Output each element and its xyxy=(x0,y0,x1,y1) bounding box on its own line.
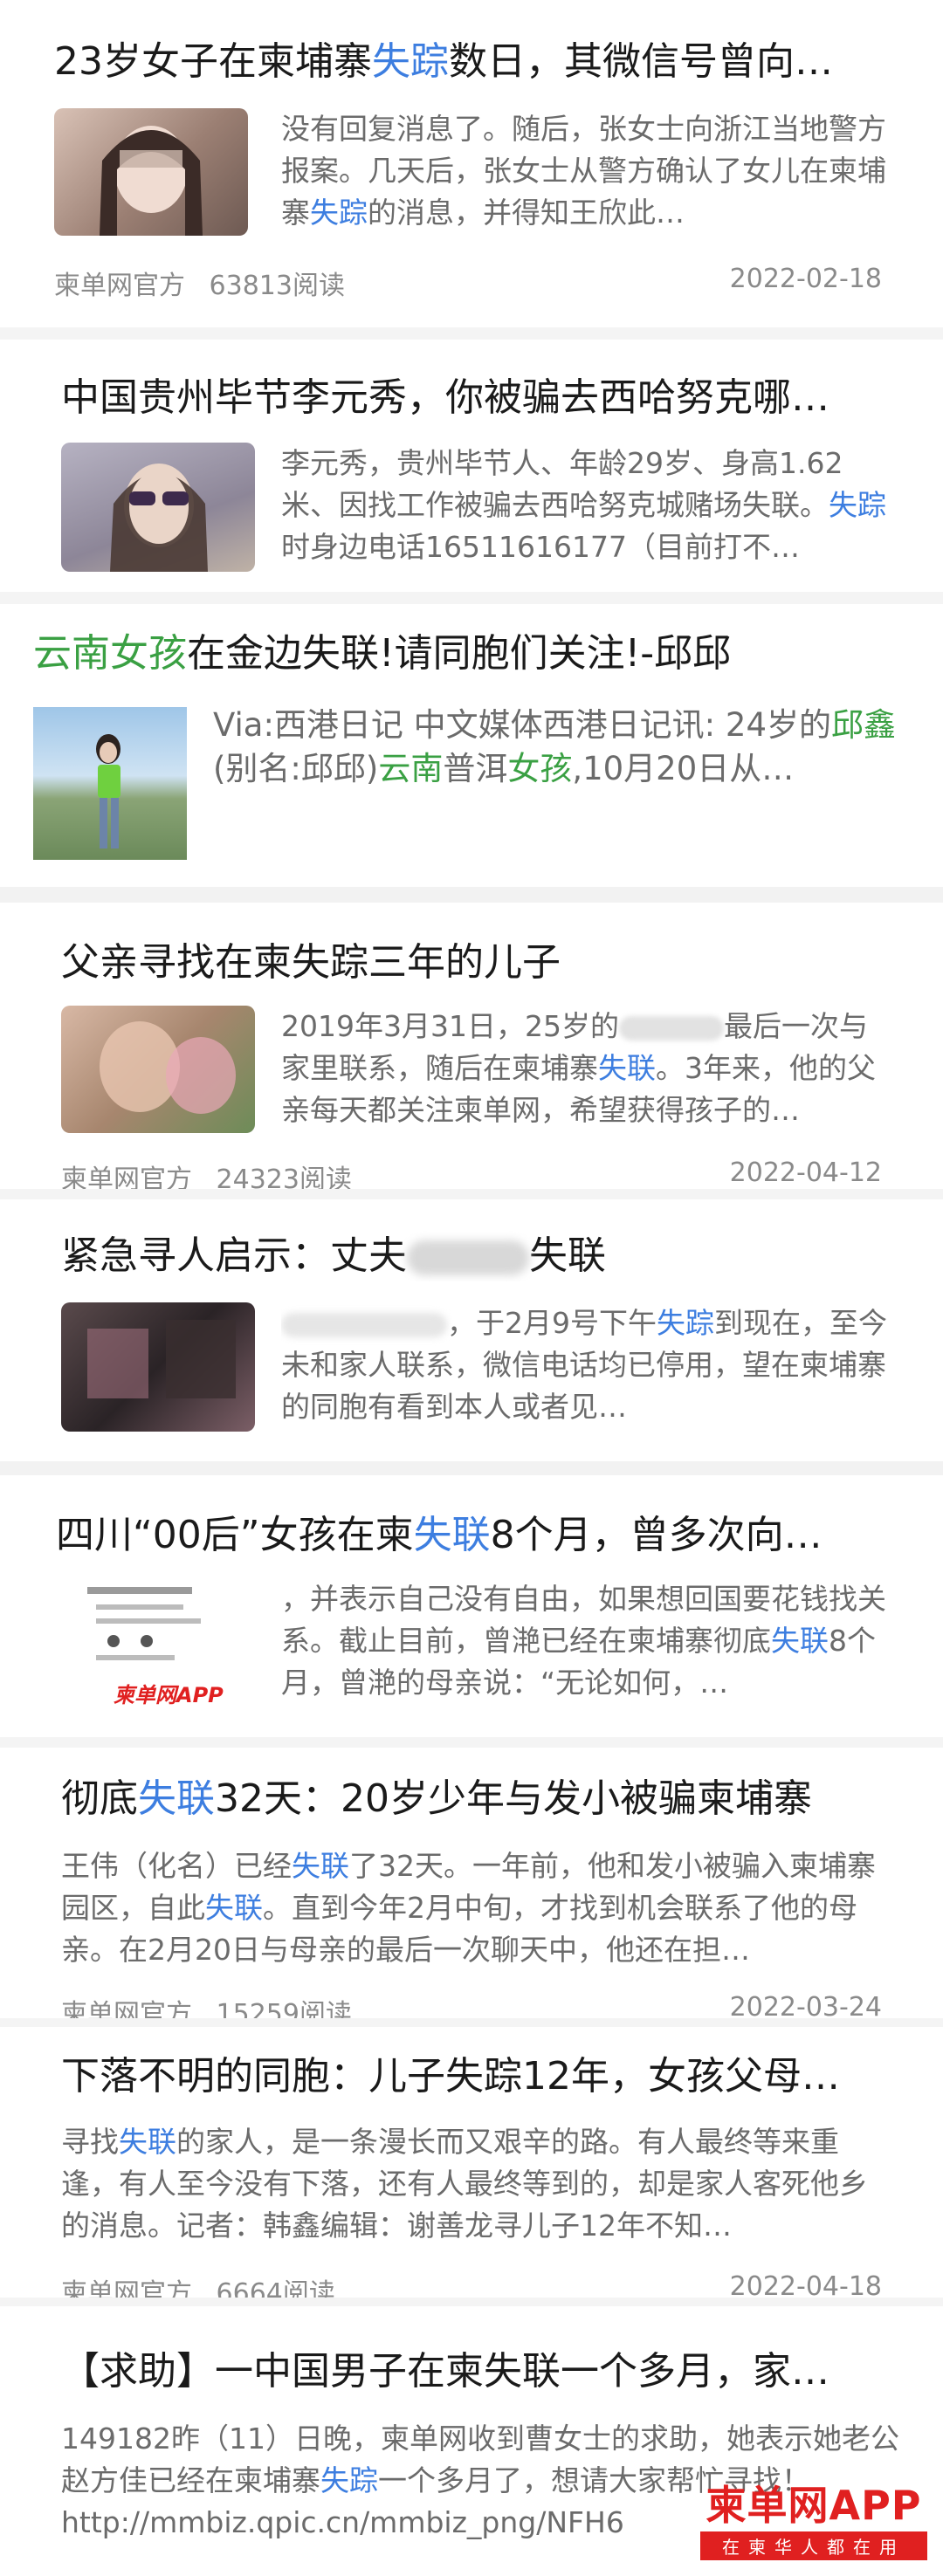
divider xyxy=(0,2018,943,2027)
news-title[interactable]: 紧急寻人启示：丈夫 失联 xyxy=(61,1231,882,1281)
news-title[interactable]: 四川“00后”女孩在柬失联8个月，曾多次向… xyxy=(56,1510,885,1561)
news-title[interactable]: 云南女孩在金边失联!请同胞们关注!-邱邱 xyxy=(33,629,915,679)
news-snippet: ，于2月9号下午失踪到现在，至今未和家人联系，微信电话均已停用，望在柬埔寨的同胞… xyxy=(281,1306,887,1424)
thumb-logo: 柬单网APP xyxy=(114,1683,224,1707)
divider xyxy=(0,2298,943,2306)
news-date: 2022-04-18 xyxy=(729,2271,882,2298)
news-snippet: 2019年3月31日，25岁的 最后一次与家里联系，随后在柬埔寨失联。3年来，他的… xyxy=(281,1009,876,1127)
news-card-1[interactable]: 23岁女子在柬埔寨失踪数日，其微信号曾向… 没有回复消息了。随后，张女士向浙江当… xyxy=(0,0,943,327)
news-date: 2022-04-12 xyxy=(729,1157,882,1188)
read-count: 24323阅读 xyxy=(216,1164,352,1189)
news-meta: 柬单网官方 24323阅读 2022-04-12 xyxy=(61,1157,882,1189)
news-snippet: 王伟（化名）已经失联了32天。一年前，他和发小被骗入柬埔寨园区，自此失联。直到今… xyxy=(61,1849,876,1967)
divider xyxy=(0,1461,943,1475)
news-title[interactable]: 下落不明的同胞：儿子失踪12年，女孩父母… xyxy=(61,2051,891,2102)
read-count: 15259阅读 xyxy=(216,1999,352,2018)
news-source: 柬单网官方 xyxy=(54,271,185,301)
divider xyxy=(0,327,943,340)
news-card-5[interactable]: 紧急寻人启示：丈夫 失联 ，于2月9号下午失踪到现在，至今未和家人联系，微信电话均… xyxy=(0,1199,943,1461)
news-snippet: 李元秀，贵州毕节人、年龄29岁、身高1.62米、因找工作被骗去西哈努克城赌场失联… xyxy=(281,446,886,564)
divider xyxy=(0,1737,943,1748)
news-snippet: ，并表示自己没有自由，如果想回国要花钱找关系。截止目前，曾滟已经在柬埔寨彻底失联… xyxy=(281,1582,886,1700)
news-title[interactable]: 中国贵州毕节李元秀，你被骗去西哈努克哪… xyxy=(61,373,882,423)
blurred-photo xyxy=(100,1021,236,1114)
news-card-7[interactable]: 彻底失联32天：20岁少年与发小被骗柬埔寨 王伟（化名）已经失联了32天。一年前… xyxy=(0,1748,943,2018)
news-thumbnail[interactable] xyxy=(61,1302,255,1432)
news-meta: 柬单网官方 15259阅读 2022-03-24 xyxy=(61,1992,882,2018)
news-title[interactable]: 23岁女子在柬埔寨失踪数日，其微信号曾向… xyxy=(54,37,892,87)
news-date: 2022-03-24 xyxy=(729,1992,882,2018)
news-thumbnail[interactable] xyxy=(61,443,255,572)
news-title[interactable]: 父亲寻找在柬失踪三年的儿子 xyxy=(61,938,882,988)
watermark-slogan: 在柬华人都在用 xyxy=(700,2531,927,2560)
news-card-4[interactable]: 父亲寻找在柬失踪三年的儿子 2019年3月31日，25岁的 最后一次与家里联系，随… xyxy=(0,903,943,1189)
portrait-image xyxy=(100,126,203,236)
portrait-image xyxy=(110,464,208,572)
news-thumbnail[interactable] xyxy=(54,108,248,236)
news-card-2[interactable]: 中国贵州毕节李元秀，你被骗去西哈努克哪… 李元秀，贵州毕节人、年龄29岁、身高1… xyxy=(0,340,943,592)
news-snippet: 没有回复消息了。随后，张女士向浙江当地警方报案。几天后，张女士从警方确认了女儿在… xyxy=(281,112,886,230)
read-count: 63813阅读 xyxy=(209,271,345,301)
brand-watermark: 柬单网APP 在柬华人都在用 xyxy=(700,2474,927,2560)
news-thumbnail[interactable] xyxy=(61,1006,255,1133)
news-title[interactable]: 彻底失联32天：20岁少年与发小被骗柬埔寨 xyxy=(61,1774,891,1824)
news-card-3[interactable]: 云南女孩在金边失联!请同胞们关注!-邱邱 Via:西港日记 中文媒体西港日记讯:… xyxy=(0,604,943,887)
news-card-8[interactable]: 下落不明的同胞：儿子失踪12年，女孩父母… 寻找失联的家人，是一条漫长而又艰辛的… xyxy=(0,2027,943,2298)
watermark-logo-text: 柬单网APP xyxy=(706,2482,922,2529)
news-meta: 柬单网官方 63813阅读 2022-02-18 xyxy=(54,264,882,301)
divider xyxy=(0,592,943,604)
news-source: 柬单网官方 xyxy=(61,1164,192,1189)
news-source: 柬单网官方 xyxy=(61,2278,192,2298)
news-source: 柬单网官方 xyxy=(61,1999,192,2018)
news-card-6[interactable]: 四川“00后”女孩在柬失联8个月，曾多次向… 柬单网APP ，并表示自己没有自由… xyxy=(0,1475,943,1737)
person-photo xyxy=(96,734,120,848)
read-count: 6664阅读 xyxy=(216,2278,335,2298)
news-snippet: Via:西港日记 中文媒体西港日记讯: 24岁的邱鑫(别名:邱邱)云南普洱女孩,… xyxy=(213,706,896,787)
divider xyxy=(0,1189,943,1199)
news-thumbnail[interactable]: 柬单网APP xyxy=(79,1580,253,1711)
blurred-photo xyxy=(87,1320,236,1398)
news-title[interactable]: 【求助】一中国男子在柬失联一个多月，家… xyxy=(61,2346,891,2397)
news-meta: 柬单网官方 6664阅读 2022-04-18 xyxy=(61,2271,882,2298)
news-date: 2022-02-18 xyxy=(729,264,882,294)
news-thumbnail[interactable] xyxy=(33,707,187,860)
news-snippet: 寻找失联的家人，是一条漫长而又艰辛的路。有人最终等来重逢，有人至今没有下落，还有… xyxy=(61,2125,868,2243)
divider xyxy=(0,887,943,903)
